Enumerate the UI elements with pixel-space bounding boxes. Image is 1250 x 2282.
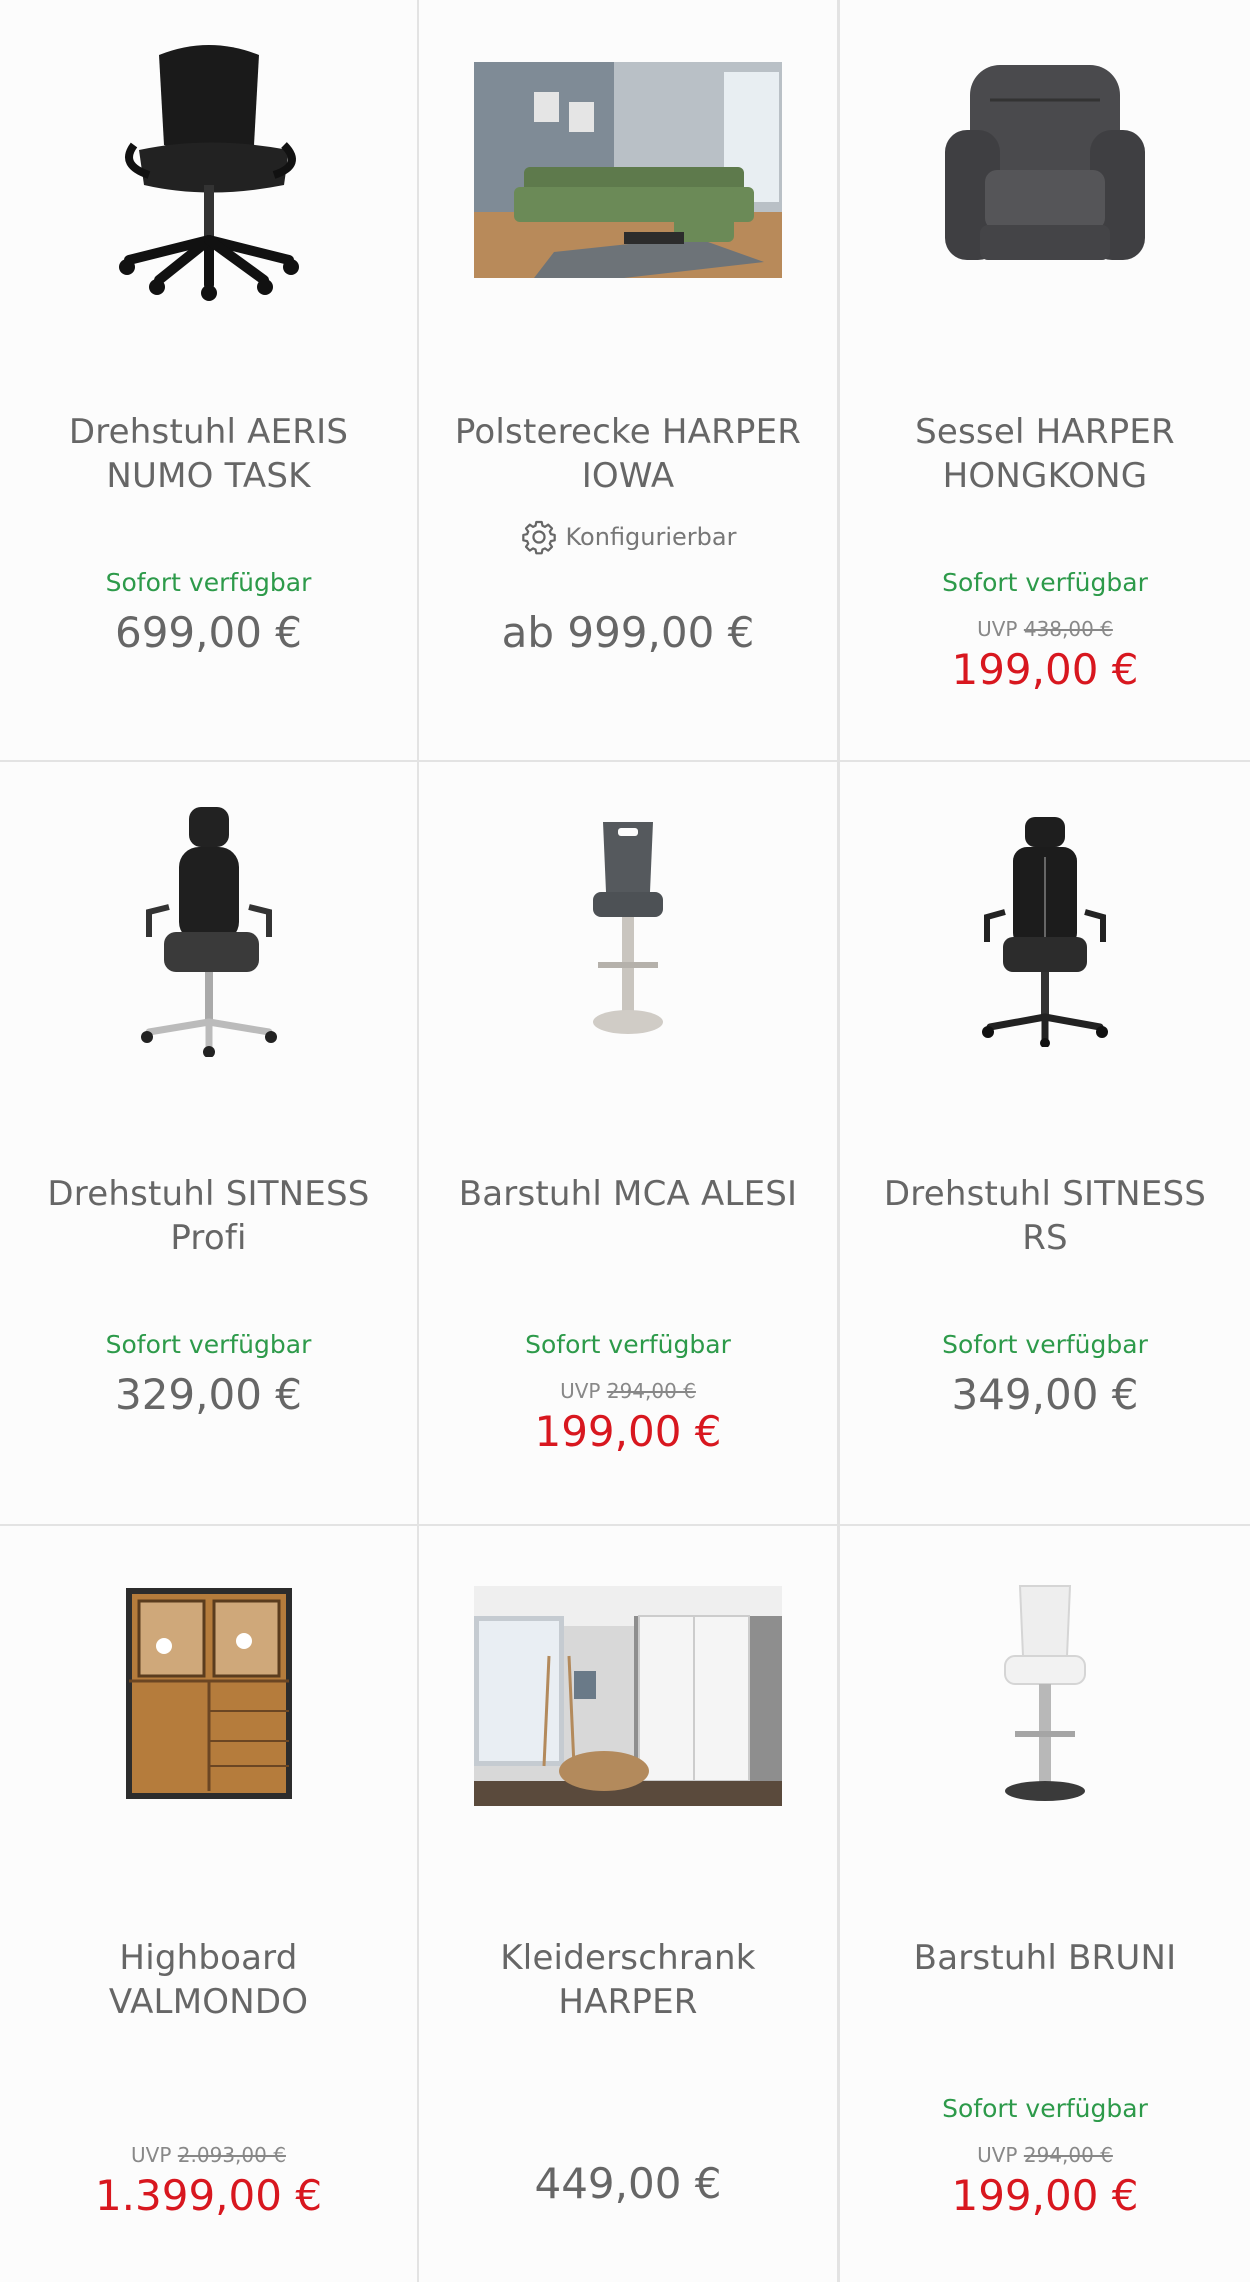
rrp-value: 438,00 € bbox=[1023, 617, 1113, 641]
configurable-label: Konfigurierbar bbox=[565, 523, 737, 551]
rrp-label: UVP bbox=[977, 617, 1018, 641]
product-tile[interactable]: Drehstuhl AERIS NUMO TASK Sofort verfügb… bbox=[0, 0, 417, 760]
product-name[interactable]: Kleiderschrank HARPER bbox=[439, 1936, 817, 2024]
product-price: 329,00 € bbox=[114, 1370, 303, 1419]
product-image[interactable] bbox=[0, 1556, 417, 1836]
product-price: 699,00 € bbox=[114, 608, 303, 657]
product-tile[interactable]: Barstuhl BRUNI Sofort verfügbar UVP 294,… bbox=[840, 1526, 1250, 2282]
product-image[interactable] bbox=[419, 30, 837, 310]
wardrobe-room-photo bbox=[474, 1586, 782, 1806]
bar-stool-white-icon bbox=[1004, 1585, 1086, 1801]
rrp-price: UVP 294,00 € bbox=[419, 1379, 837, 1403]
sale-price: 199,00 € bbox=[951, 645, 1139, 694]
product-tile[interactable]: Drehstuhl SITNESS Profi Sofort verfügbar… bbox=[0, 762, 417, 1524]
availability-status: Sofort verfügbar bbox=[942, 568, 1148, 597]
product-tile[interactable]: Polsterecke HARPER IOWA Konfigurierbar a… bbox=[419, 0, 837, 760]
product-name[interactable]: Drehstuhl SITNESS RS bbox=[860, 1172, 1230, 1260]
recliner-armchair-icon bbox=[945, 65, 1145, 260]
product-tile[interactable]: Drehstuhl SITNESS RS Sofort verfügbar 34… bbox=[840, 762, 1250, 1524]
product-image[interactable] bbox=[840, 792, 1250, 1072]
product-grid: Drehstuhl AERIS NUMO TASK Sofort verfügb… bbox=[0, 0, 1250, 2282]
product-image[interactable] bbox=[419, 792, 837, 1072]
product-name[interactable]: Polsterecke HARPER IOWA bbox=[439, 410, 817, 498]
office-chair-headrest-icon bbox=[140, 807, 277, 1057]
wooden-highboard-icon bbox=[125, 1588, 292, 1799]
product-name[interactable]: Drehstuhl AERIS NUMO TASK bbox=[20, 410, 397, 498]
bar-stool-grey-icon bbox=[593, 822, 663, 1034]
sale-price: 1.399,00 € bbox=[94, 2171, 323, 2220]
product-price: ab 999,00 € bbox=[501, 608, 755, 657]
availability-status: Sofort verfügbar bbox=[942, 2094, 1148, 2123]
availability-status: Sofort verfügbar bbox=[105, 1330, 312, 1359]
rrp-label: UVP bbox=[977, 2143, 1018, 2167]
product-name[interactable]: Barstuhl BRUNI bbox=[860, 1936, 1230, 1980]
product-price: 349,00 € bbox=[951, 1370, 1139, 1419]
sale-price: 199,00 € bbox=[951, 2171, 1139, 2220]
rrp-price: UVP 294,00 € bbox=[840, 2143, 1250, 2167]
product-tile[interactable]: Barstuhl MCA ALESI Sofort verfügbar UVP … bbox=[419, 762, 837, 1524]
rrp-price: UVP 438,00 € bbox=[840, 617, 1250, 641]
rrp-value: 2.093,00 € bbox=[177, 2143, 286, 2167]
product-image[interactable] bbox=[0, 30, 417, 310]
product-tile[interactable]: Highboard VALMONDO UVP 2.093,00 € 1.399,… bbox=[0, 1526, 417, 2282]
sale-price: 199,00 € bbox=[534, 1407, 722, 1456]
configurable-badge: Konfigurierbar bbox=[419, 518, 837, 556]
product-image[interactable] bbox=[0, 792, 417, 1072]
office-chair-black-icon bbox=[118, 45, 299, 301]
product-name[interactable]: Drehstuhl SITNESS Profi bbox=[20, 1172, 397, 1260]
product-price: 449,00 € bbox=[534, 2159, 722, 2208]
rrp-value: 294,00 € bbox=[1023, 2143, 1113, 2167]
availability-status: Sofort verfügbar bbox=[942, 1330, 1148, 1359]
availability-status: Sofort verfügbar bbox=[105, 568, 312, 597]
product-image[interactable] bbox=[419, 1556, 837, 1836]
product-tile[interactable]: Sessel HARPER HONGKONG Sofort verfügbar … bbox=[840, 0, 1250, 760]
gaming-chair-icon bbox=[982, 817, 1108, 1047]
product-name[interactable]: Barstuhl MCA ALESI bbox=[439, 1172, 817, 1216]
availability-status: Sofort verfügbar bbox=[525, 1330, 731, 1359]
corner-sofa-green-photo bbox=[474, 62, 782, 278]
product-image[interactable] bbox=[840, 30, 1250, 310]
rrp-price: UVP 2.093,00 € bbox=[0, 2143, 417, 2167]
rrp-label: UVP bbox=[131, 2143, 172, 2167]
rrp-label: UVP bbox=[560, 1379, 601, 1403]
gear-icon bbox=[521, 520, 556, 555]
rrp-value: 294,00 € bbox=[606, 1379, 696, 1403]
product-tile[interactable]: Kleiderschrank HARPER 449,00 € bbox=[419, 1526, 837, 2282]
product-image[interactable] bbox=[840, 1556, 1250, 1836]
product-name[interactable]: Highboard VALMONDO bbox=[20, 1936, 397, 2024]
product-name[interactable]: Sessel HARPER HONGKONG bbox=[860, 410, 1230, 498]
